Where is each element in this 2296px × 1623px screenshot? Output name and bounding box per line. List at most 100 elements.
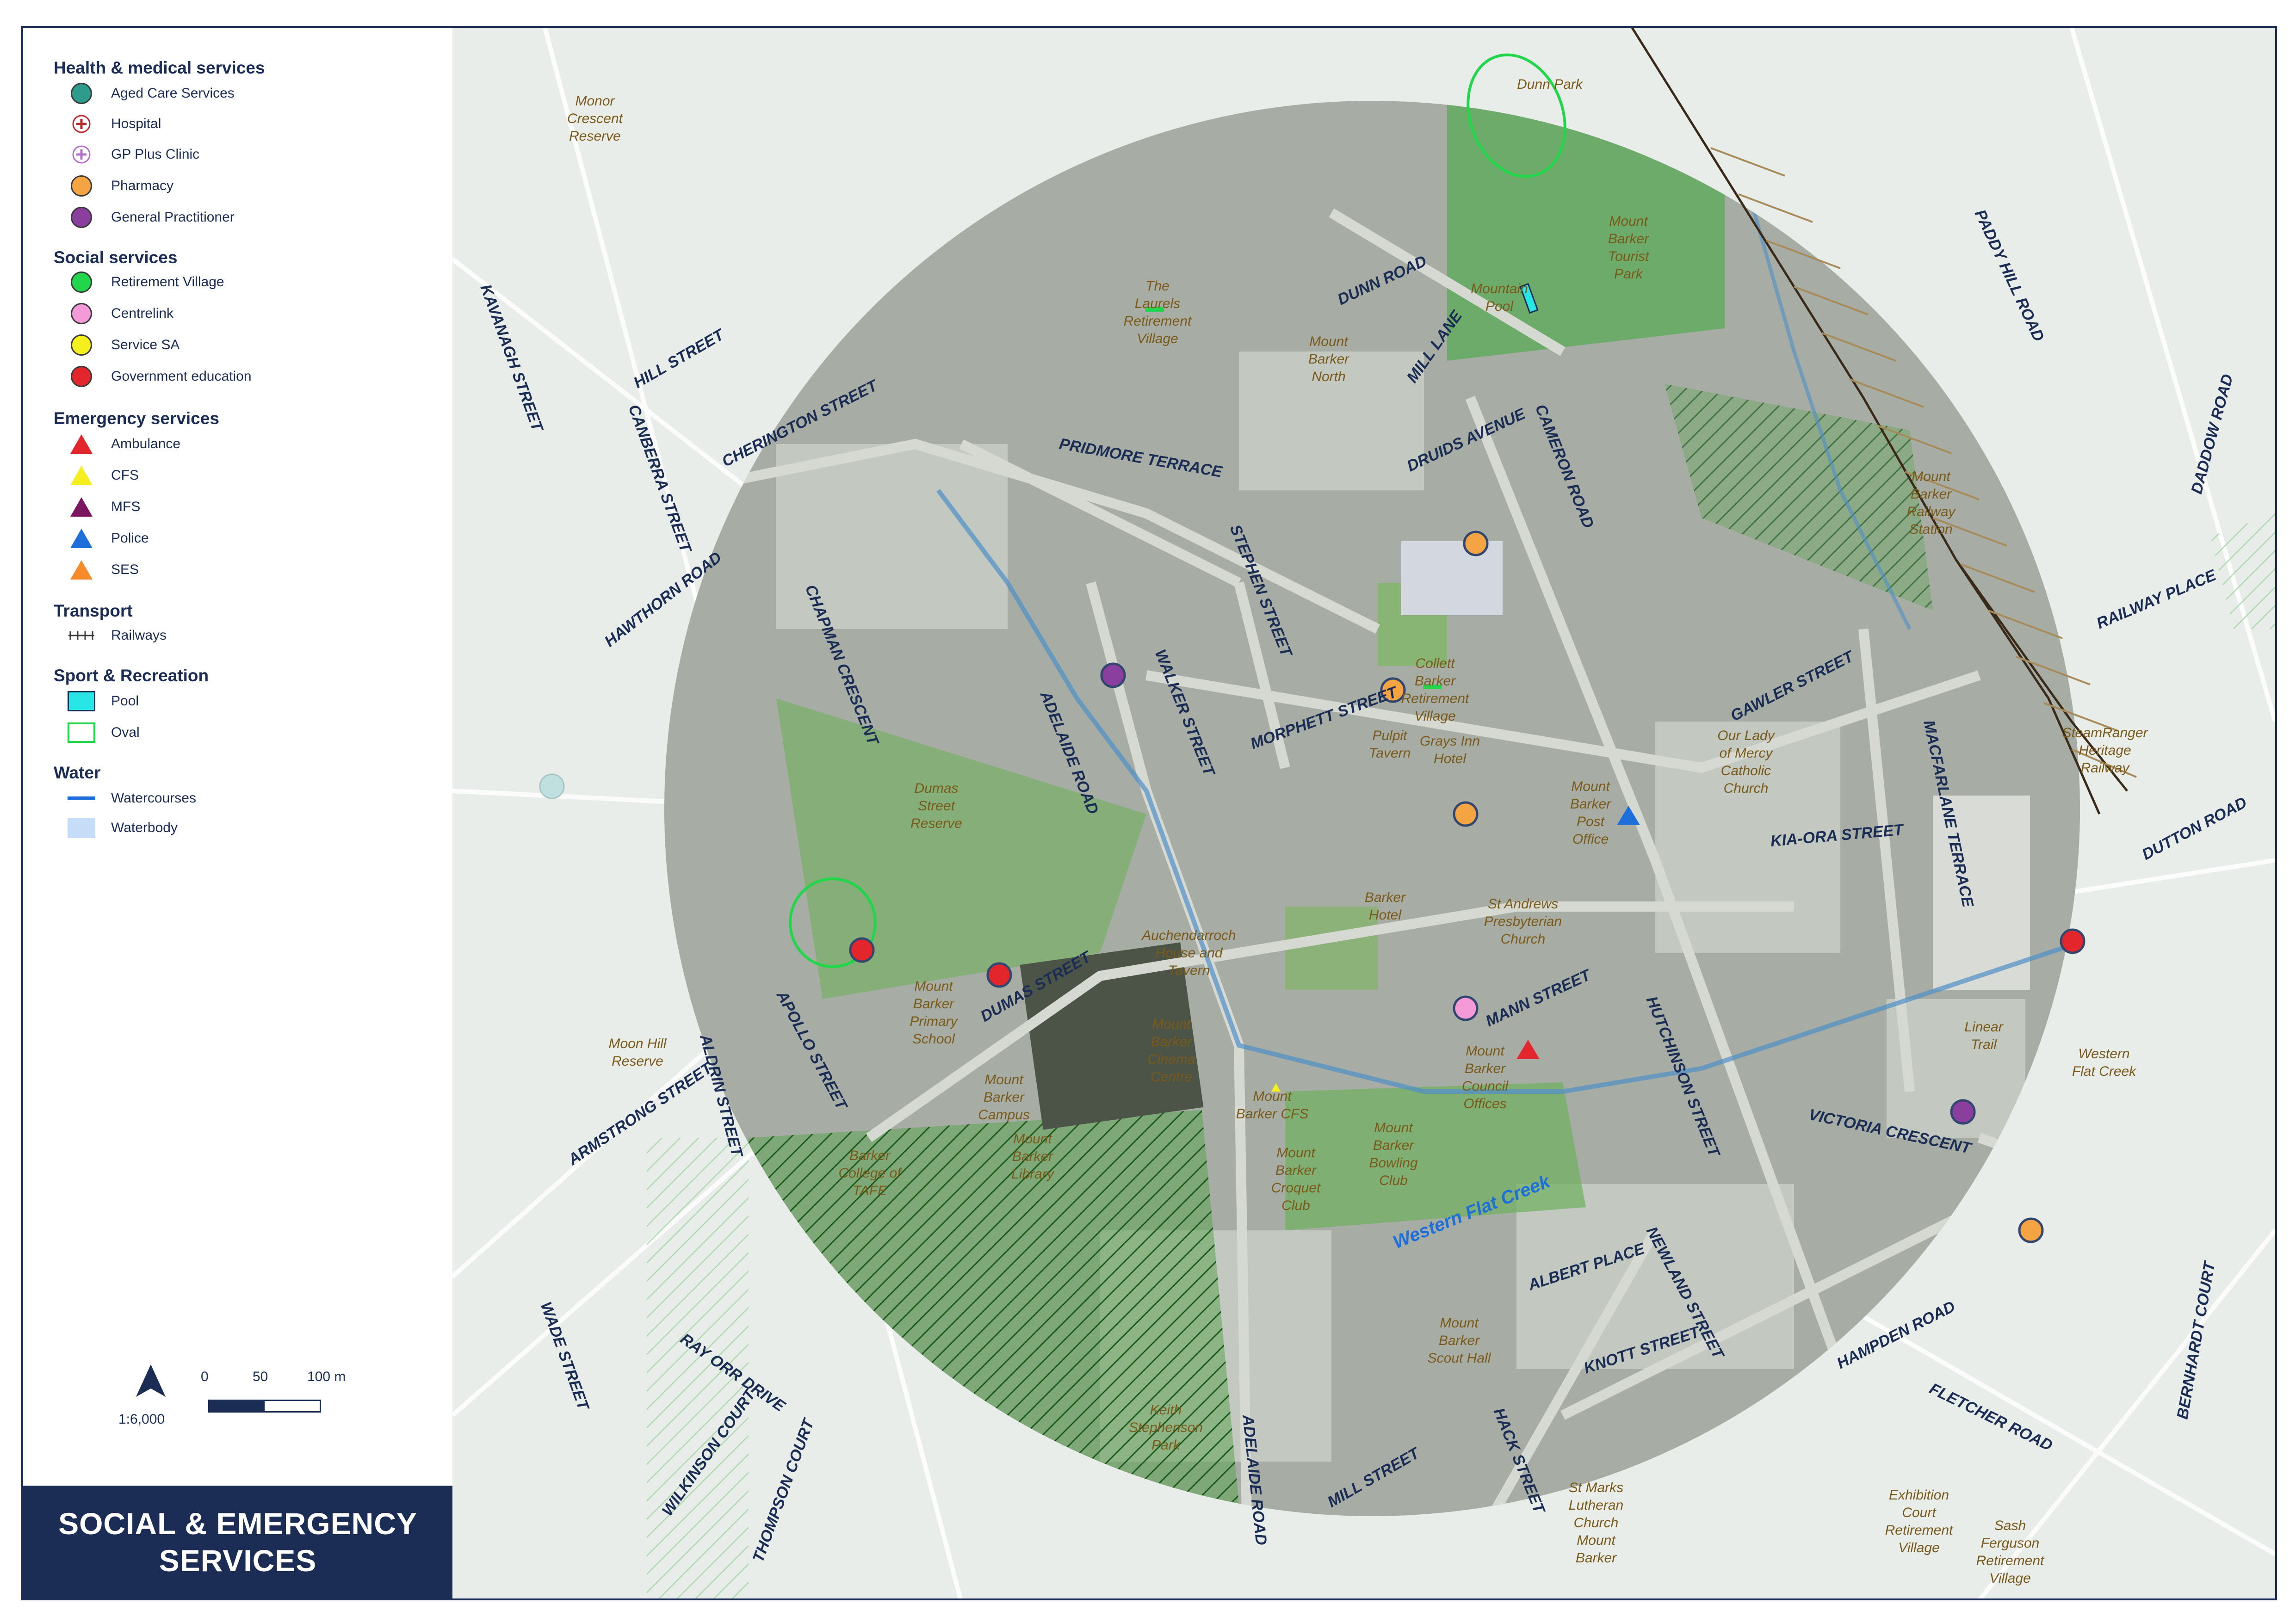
- legend-item-education: Government education: [68, 365, 252, 388]
- legend-label: Ambulance: [111, 436, 181, 451]
- svg-text:Keith: Keith: [1150, 1402, 1182, 1418]
- svg-text:Moon Hill: Moon Hill: [608, 1036, 667, 1051]
- legend-item-service-sa: Service SA: [68, 334, 179, 356]
- legend-heading-health: Health & medical services: [54, 58, 265, 77]
- legend-label: Hospital: [111, 116, 161, 131]
- police-icon: [70, 529, 93, 548]
- svg-text:Lutheran: Lutheran: [1569, 1498, 1623, 1513]
- legend-panel: Health & medical services Aged Care Serv…: [23, 28, 452, 1598]
- scale-label-50: 50: [253, 1369, 268, 1384]
- legend-label: Railways: [111, 628, 167, 643]
- education-icon: [71, 366, 92, 387]
- svg-text:Barker: Barker: [1151, 1034, 1192, 1049]
- svg-text:Dunn Park: Dunn Park: [1517, 77, 1584, 92]
- map-canvas[interactable]: KAVANAGH STREET HILL STREET CANBERRA STR…: [452, 28, 2275, 1598]
- svg-text:Post: Post: [1577, 814, 1605, 829]
- svg-text:Library: Library: [1011, 1166, 1055, 1182]
- svg-text:School: School: [912, 1031, 955, 1047]
- svg-text:Church: Church: [1501, 932, 1546, 947]
- svg-text:Mount: Mount: [1013, 1131, 1052, 1147]
- svg-text:Mount: Mount: [1152, 1017, 1191, 1032]
- education-marker: [986, 962, 1012, 988]
- svg-text:Trail: Trail: [1971, 1037, 1997, 1052]
- svg-text:Barker: Barker: [1373, 1138, 1414, 1153]
- svg-text:Stephenson: Stephenson: [1129, 1420, 1203, 1435]
- legend-label: MFS: [111, 499, 141, 514]
- map-frame: KAVANAGH STREET HILL STREET CANBERRA STR…: [21, 26, 2277, 1600]
- svg-text:Club: Club: [1281, 1198, 1310, 1213]
- svg-text:Street: Street: [918, 798, 956, 814]
- street-label: BERNHARDT COURT: [2173, 1259, 2219, 1421]
- legend-item-gp-plus: GP Plus Clinic: [68, 143, 199, 166]
- scale-bar: [208, 1400, 321, 1413]
- svg-text:Barker: Barker: [1570, 796, 1611, 812]
- svg-text:Retirement: Retirement: [1401, 691, 1470, 706]
- svg-text:Campus: Campus: [978, 1107, 1030, 1123]
- svg-text:Catholic: Catholic: [1721, 763, 1771, 778]
- svg-text:House and: House and: [1155, 945, 1223, 961]
- mfs-icon: [70, 497, 93, 517]
- svg-text:Barker: Barker: [1465, 1061, 1506, 1076]
- legend-heading-water: Water: [54, 763, 101, 782]
- street-label: RAILWAY PLACE: [2094, 566, 2219, 633]
- oval-box-icon: [68, 722, 95, 743]
- svg-text:Reserve: Reserve: [910, 816, 962, 831]
- education-marker: [2060, 928, 2086, 954]
- gp-marker: [1100, 662, 1126, 688]
- legend-label: GP Plus Clinic: [111, 147, 200, 162]
- hospital-cross-icon: [72, 115, 91, 133]
- svg-text:Barker: Barker: [1415, 673, 1456, 689]
- svg-text:Mount: Mount: [1276, 1145, 1316, 1160]
- legend-item-gp: General Practitioner: [68, 206, 235, 228]
- legend-item-police: Police: [68, 527, 149, 549]
- svg-text:Mount: Mount: [914, 979, 953, 994]
- svg-text:Barker CFS: Barker CFS: [1236, 1106, 1309, 1122]
- svg-text:Our Lady: Our Lady: [1717, 728, 1775, 743]
- aged-care-marker: [539, 773, 565, 799]
- legend-label: Government education: [111, 369, 252, 384]
- svg-text:Mountain: Mountain: [1471, 281, 1528, 296]
- legend-item-pool: Pool: [68, 690, 139, 712]
- legend-item-watercourses: Watercourses: [68, 787, 196, 809]
- svg-text:Office: Office: [1572, 832, 1609, 847]
- svg-text:Barker: Barker: [984, 1090, 1025, 1105]
- legend-heading-sport: Sport & Recreation: [54, 666, 209, 685]
- svg-text:Barker: Barker: [1012, 1149, 1053, 1164]
- svg-text:Centre: Centre: [1151, 1069, 1192, 1085]
- svg-text:Cinema: Cinema: [1147, 1052, 1195, 1067]
- svg-text:Mount: Mount: [1912, 469, 1951, 484]
- svg-text:Barker: Barker: [1275, 1163, 1317, 1178]
- svg-text:St Andrews: St Andrews: [1488, 896, 1558, 912]
- legend-heading-transport: Transport: [54, 601, 133, 620]
- svg-text:Village: Village: [1989, 1571, 2031, 1586]
- gp-marker: [1950, 1099, 1976, 1125]
- centrelink-icon: [71, 303, 92, 324]
- watercourse-line-icon: [68, 796, 95, 800]
- svg-text:Flat Creek: Flat Creek: [2072, 1064, 2137, 1079]
- legend-label: Pool: [111, 693, 139, 709]
- map-svg: KAVANAGH STREET HILL STREET CANBERRA STR…: [452, 28, 2275, 1598]
- cfs-icon: [70, 466, 93, 485]
- service-sa-icon: [71, 334, 92, 356]
- svg-text:Ferguson: Ferguson: [1981, 1536, 2040, 1551]
- svg-text:Crescent: Crescent: [567, 111, 624, 126]
- railway-line-icon: [68, 631, 94, 640]
- svg-text:Collett: Collett: [1415, 656, 1455, 671]
- svg-text:Western: Western: [2078, 1046, 2129, 1061]
- legend-heading-social: Social services: [54, 248, 178, 267]
- legend-item-retirement: Retirement Village: [68, 271, 224, 293]
- scale-label-100: 100 m: [307, 1369, 346, 1384]
- title-line-2: SERVICES: [159, 1543, 317, 1578]
- svg-text:Tavern: Tavern: [1168, 963, 1210, 978]
- svg-text:Retirement: Retirement: [1885, 1523, 1954, 1538]
- legend-label: Waterbody: [111, 820, 178, 835]
- title-line-1: SOCIAL & EMERGENCY: [58, 1506, 417, 1541]
- svg-text:Linear: Linear: [1964, 1019, 2003, 1035]
- legend-label: CFS: [111, 468, 139, 483]
- svg-text:Village: Village: [1414, 709, 1456, 724]
- svg-text:Scout Hall: Scout Hall: [1428, 1351, 1491, 1366]
- svg-text:Pool: Pool: [1485, 299, 1514, 314]
- scale-ratio: 1:6,000: [118, 1412, 165, 1427]
- svg-text:North: North: [1312, 369, 1345, 384]
- centrelink-marker: [1453, 995, 1479, 1021]
